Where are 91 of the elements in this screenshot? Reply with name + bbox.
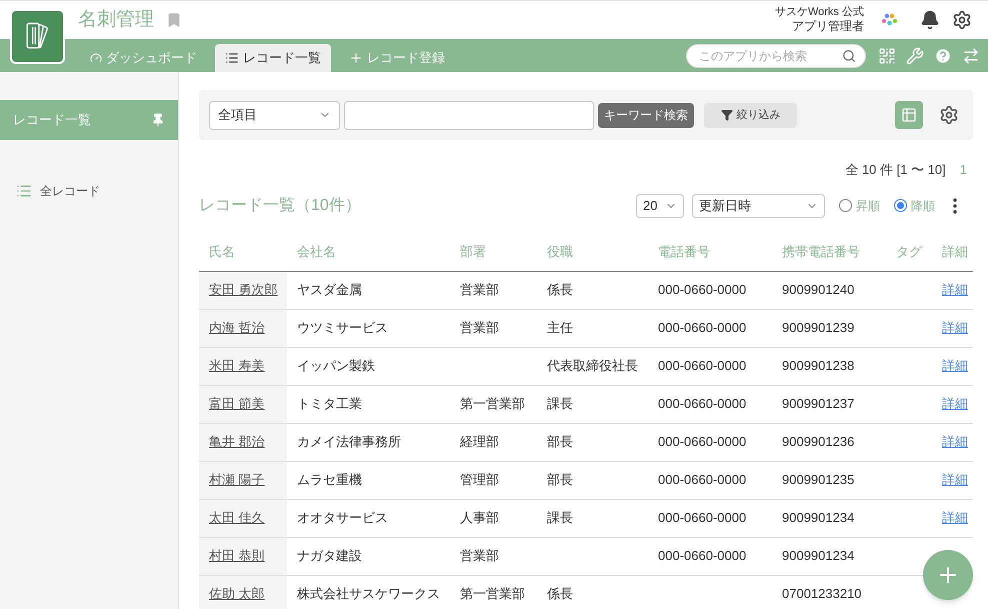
table-cell-text: イッパン製鉄 [297, 357, 375, 376]
table-cell-text: 第一営業部 [460, 395, 525, 414]
table-cell-text: 000-0660-0000 [658, 433, 746, 452]
sidebar-title: レコード一覧 [13, 111, 91, 130]
table-cell-text: 9009901235 [782, 471, 854, 490]
table-cell-text: 管理部 [460, 471, 499, 490]
list-icon [16, 183, 32, 199]
table-cell-text: 000-0660-0000 [658, 471, 746, 490]
table-cell-text: 営業部 [460, 547, 499, 566]
table-cell-text: 9009901237 [782, 395, 854, 414]
table-cell-text: 000-0660-0000 [658, 357, 746, 376]
app-logo[interactable] [10, 9, 65, 64]
wrench-icon[interactable] [906, 46, 924, 64]
table-cell-text: 課長 [547, 509, 573, 528]
table-cell-text: 9009901239 [782, 319, 854, 338]
list-icon [225, 51, 239, 65]
column-header: 携帯電話番号 [782, 244, 860, 259]
user-name: アプリ管理者 [792, 19, 864, 34]
table-cell-text: 係長 [547, 281, 573, 300]
table-cell-text: 第一営業部 [460, 585, 525, 604]
table-cell-text: 07001233210 [782, 585, 862, 604]
table-cell-text: 営業部 [460, 319, 499, 338]
table-cell-text: 000-0660-0000 [658, 319, 746, 338]
table-cell-text: 000-0660-0000 [658, 547, 746, 566]
bell-icon[interactable] [920, 10, 940, 30]
table-cell-text: 9009901234 [782, 547, 854, 566]
table-cell-text: 主任 [547, 319, 573, 338]
column-header: タグ [896, 244, 922, 259]
column-header: 氏名 [209, 244, 235, 259]
column-header: 役職 [547, 244, 573, 259]
table-cell-text: 000-0660-0000 [658, 281, 746, 300]
plus-icon [349, 51, 363, 65]
column-header: 詳細 [942, 244, 968, 259]
record-count: 全 10 件 [1 〜 10] [845, 161, 946, 179]
table-cell-text: 人事部 [460, 509, 499, 528]
table-cell-text: 部長 [547, 471, 573, 490]
table-cell-text: 000-0660-0000 [658, 395, 746, 414]
table-icon [901, 107, 917, 123]
table-cell-text: 9009901240 [782, 281, 854, 300]
app-title: 名刺管理 [78, 8, 154, 32]
keyword-field[interactable] [344, 100, 594, 130]
table-cell-text: ナガタ建設 [297, 547, 362, 566]
detail-link[interactable]: 詳細 [942, 356, 968, 376]
list-title: レコード一覧（10件） [199, 196, 361, 216]
filter-button[interactable]: 絞り込み [704, 102, 797, 128]
settings-icon[interactable] [952, 10, 972, 30]
swap-arrows-icon[interactable] [962, 46, 980, 64]
column-header: 会社名 [297, 244, 336, 259]
nav-tab[interactable]: レコード一覧 [215, 44, 331, 72]
table-cell-text: 9009901238 [782, 357, 854, 376]
organization-name: サスケWorks 公式 [774, 6, 864, 20]
detail-link[interactable]: 詳細 [942, 318, 968, 338]
table-cell-text: ヤスダ金属 [297, 281, 362, 300]
search-icon[interactable] [842, 48, 856, 62]
settings-icon[interactable] [939, 105, 959, 125]
table-cell-text: 株式会社サスケワークス [297, 585, 440, 604]
gauge-icon [90, 52, 102, 64]
table-cell-text: ウツミサービス [297, 319, 388, 338]
column-header: 電話番号 [658, 244, 710, 259]
column-header: 部署 [460, 244, 486, 259]
detail-link[interactable]: 詳細 [942, 508, 968, 528]
table-cell-text: 代表取締役社長 [547, 357, 638, 376]
per-page-select[interactable]: 20 [636, 194, 684, 218]
table-cell-text: カメイ法律事務所 [297, 433, 401, 452]
field-select[interactable]: 全項目 [209, 100, 340, 130]
qr-code-icon[interactable] [878, 46, 896, 64]
bookmark-icon[interactable] [166, 12, 182, 28]
search-field[interactable]: このアプリから検索 [686, 44, 866, 68]
keyword-search-button[interactable]: キーワード検索 [598, 102, 694, 128]
detail-link[interactable]: 詳細 [942, 432, 968, 452]
detail-link[interactable]: 詳細 [942, 280, 968, 300]
filter-icon [720, 109, 732, 121]
table-cell-text: トミタ工業 [297, 395, 362, 414]
table-cell-text: 000-0660-0000 [658, 509, 746, 528]
help-icon[interactable] [934, 46, 952, 64]
table-view-button[interactable] [895, 101, 923, 129]
table-cell-text: 課長 [547, 395, 573, 414]
table-cell-text: ムラセ重機 [297, 471, 362, 490]
table-cell-text: 経理部 [460, 433, 499, 452]
sort-select[interactable]: 更新日時 [692, 194, 825, 218]
add-record-button[interactable] [923, 550, 973, 600]
table-cell-text: 係長 [547, 585, 573, 604]
table-cell-text: 9009901234 [782, 509, 854, 528]
table-cell-text: 9009901236 [782, 433, 854, 452]
table-cell-text: 部長 [547, 433, 573, 452]
pin-icon[interactable] [151, 113, 165, 127]
table-cell-text: 営業部 [460, 281, 499, 300]
detail-link[interactable]: 詳細 [942, 470, 968, 490]
sidebar-item[interactable]: 全レコード [0, 180, 178, 202]
detail-link[interactable]: 詳細 [942, 394, 968, 414]
table-cell-text: オオタサービス [297, 509, 388, 528]
